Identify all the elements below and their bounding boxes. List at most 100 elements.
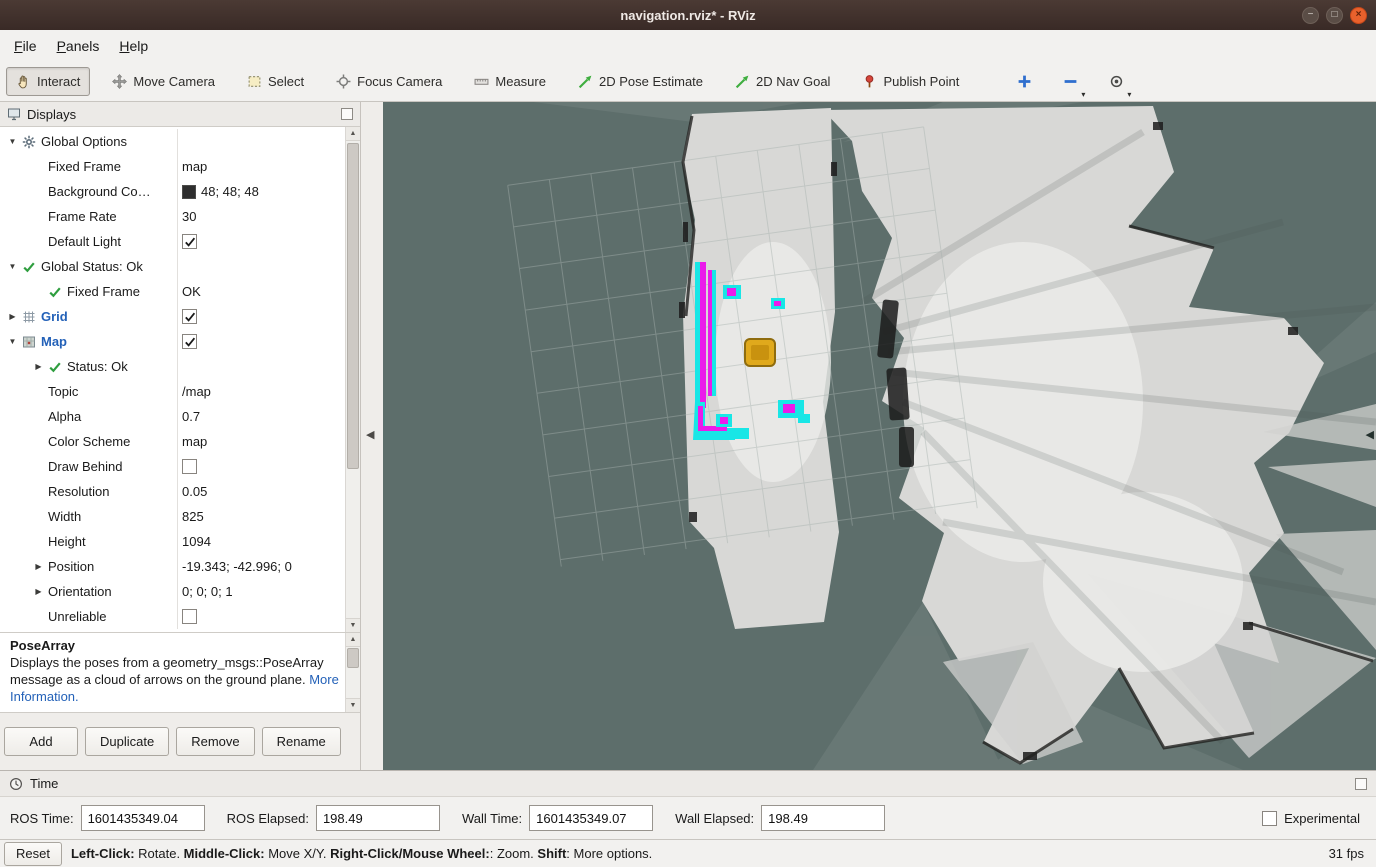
property-label: Global Options: [41, 134, 127, 149]
toolbar-tools: Interact Move Camera Select Focus Camera Mea…: [6, 67, 981, 96]
pose-estimate-arrow-icon: [578, 74, 593, 89]
property-value[interactable]: OK: [177, 284, 345, 299]
expander-closed-icon[interactable]: ▶: [32, 562, 45, 571]
property-value[interactable]: 48; 48; 48: [177, 184, 345, 199]
tree-row-background-co[interactable]: Background Co…48; 48; 48: [0, 179, 345, 204]
tree-row-resolution[interactable]: Resolution0.05: [0, 479, 345, 504]
menu-panels[interactable]: Panels: [47, 33, 110, 59]
property-value[interactable]: [177, 234, 345, 249]
maximize-button[interactable]: □: [1326, 7, 1343, 24]
expander-closed-icon[interactable]: ▶: [32, 362, 45, 371]
tree-row-grid[interactable]: ▶Grid: [0, 304, 345, 329]
tool-select[interactable]: Select: [237, 67, 314, 96]
scrollbar-thumb[interactable]: [347, 143, 359, 469]
expander-open-icon[interactable]: ▼: [6, 137, 19, 146]
description-body: Displays the poses from a geometry_msgs:…: [10, 655, 324, 687]
tree-row-color-scheme[interactable]: Color Schememap: [0, 429, 345, 454]
dock-resize-handle-icon[interactable]: ◀: [366, 428, 374, 441]
wall-elapsed-input[interactable]: [761, 805, 885, 831]
tree-row-position[interactable]: ▶Position-19.343; -42.996; 0: [0, 554, 345, 579]
status-ok-check-icon: [48, 285, 64, 299]
tree-row-map[interactable]: ▼Map: [0, 329, 345, 354]
add-button[interactable]: Add: [4, 727, 78, 756]
checkbox[interactable]: [182, 234, 197, 249]
property-value[interactable]: map: [177, 159, 345, 174]
ros-elapsed-input[interactable]: [316, 805, 440, 831]
tree-row-default-light[interactable]: Default Light: [0, 229, 345, 254]
property-value[interactable]: [177, 609, 345, 624]
float-panel-button[interactable]: [1355, 778, 1367, 790]
expander-open-icon[interactable]: ▼: [6, 262, 19, 271]
checkbox[interactable]: [182, 459, 197, 474]
tree-row-topic[interactable]: Topic/map: [0, 379, 345, 404]
scroll-up-button[interactable]: ▲: [346, 633, 360, 647]
property-label: Frame Rate: [48, 209, 117, 224]
tree-row-status-ok[interactable]: ▶Status: Ok: [0, 354, 345, 379]
scrollbar-thumb[interactable]: [347, 648, 359, 668]
duplicate-button[interactable]: Duplicate: [85, 727, 169, 756]
checkbox[interactable]: [182, 309, 197, 324]
property-value[interactable]: [177, 459, 345, 474]
reset-button[interactable]: Reset: [4, 842, 62, 866]
tree-row-global-status-ok[interactable]: ▼Global Status: Ok: [0, 254, 345, 279]
tool-publish-point[interactable]: Publish Point: [852, 67, 969, 96]
property-label: Default Light: [48, 234, 121, 249]
tool-measure[interactable]: Measure: [464, 67, 556, 96]
minimize-button[interactable]: −: [1302, 7, 1319, 24]
close-button[interactable]: ×: [1350, 7, 1367, 24]
wall-time-input[interactable]: [529, 805, 653, 831]
scroll-down-button[interactable]: ▼: [346, 698, 360, 712]
remove-tool-button[interactable]: ▾: [1057, 69, 1083, 95]
expander-open-icon[interactable]: ▼: [6, 337, 19, 346]
property-value[interactable]: 0; 0; 0; 1: [177, 584, 345, 599]
property-value[interactable]: 30: [177, 209, 345, 224]
float-panel-button[interactable]: [341, 108, 353, 120]
experimental-checkbox[interactable]: [1262, 811, 1277, 826]
tool-2d-nav-goal[interactable]: 2D Nav Goal: [725, 67, 840, 96]
tree-row-frame-rate[interactable]: Frame Rate 30: [0, 204, 345, 229]
property-value[interactable]: 0.05: [177, 484, 345, 499]
checkbox[interactable]: [182, 334, 197, 349]
tool-focus-camera[interactable]: Focus Camera: [326, 67, 452, 96]
checkbox[interactable]: [182, 609, 197, 624]
property-value[interactable]: [177, 334, 345, 349]
rename-button[interactable]: Rename: [262, 727, 341, 756]
tree-row-alpha[interactable]: Alpha0.7: [0, 404, 345, 429]
property-value[interactable]: 825: [177, 509, 345, 524]
expander-closed-icon[interactable]: ▶: [6, 312, 19, 321]
property-value[interactable]: /map: [177, 384, 345, 399]
tree-row-width[interactable]: Width825: [0, 504, 345, 529]
ros-time-label: ROS Time:: [10, 811, 74, 826]
scroll-up-button[interactable]: ▲: [346, 127, 360, 141]
3d-viewport[interactable]: ◀: [383, 102, 1376, 770]
tool-interact[interactable]: Interact: [6, 67, 90, 96]
expander-closed-icon[interactable]: ▶: [32, 587, 45, 596]
ros-time-input[interactable]: [81, 805, 205, 831]
tree-row-unreliable[interactable]: Unreliable: [0, 604, 345, 629]
menu-help[interactable]: Help: [109, 33, 158, 59]
tree-row-height[interactable]: Height1094: [0, 529, 345, 554]
tree-row-fixed-frame[interactable]: Fixed Framemap: [0, 154, 345, 179]
add-tool-button[interactable]: [1011, 69, 1037, 95]
tool-properties-button[interactable]: ▾: [1103, 69, 1129, 95]
tool-label: 2D Pose Estimate: [599, 74, 703, 89]
dock-resize-handle-icon[interactable]: ◀: [1366, 428, 1374, 441]
tool-move-camera[interactable]: Move Camera: [102, 67, 225, 96]
remove-button[interactable]: Remove: [176, 727, 254, 756]
window-title: navigation.rviz* - RViz: [0, 8, 1376, 23]
tool-2d-pose-estimate[interactable]: 2D Pose Estimate: [568, 67, 713, 96]
tree-row-draw-behind[interactable]: Draw Behind: [0, 454, 345, 479]
tree-row-orientation[interactable]: ▶Orientation0; 0; 0; 1: [0, 579, 345, 604]
tree-row-global-options[interactable]: ▼ Global Options: [0, 129, 345, 154]
tree-row-fixed-frame[interactable]: Fixed FrameOK: [0, 279, 345, 304]
scroll-down-button[interactable]: ▼: [346, 618, 360, 632]
displays-panel-header: Displays: [0, 102, 360, 127]
menu-file[interactable]: File: [4, 33, 47, 59]
displays-dock: Displays ▼ Global Options Fixed FramemapBa…: [0, 102, 383, 770]
property-value[interactable]: map: [177, 434, 345, 449]
property-value[interactable]: [177, 309, 345, 324]
property-value[interactable]: 1094: [177, 534, 345, 549]
property-value[interactable]: -19.343; -42.996; 0: [177, 559, 345, 574]
displays-panel-title: Displays: [27, 107, 76, 122]
property-value[interactable]: 0.7: [177, 409, 345, 424]
